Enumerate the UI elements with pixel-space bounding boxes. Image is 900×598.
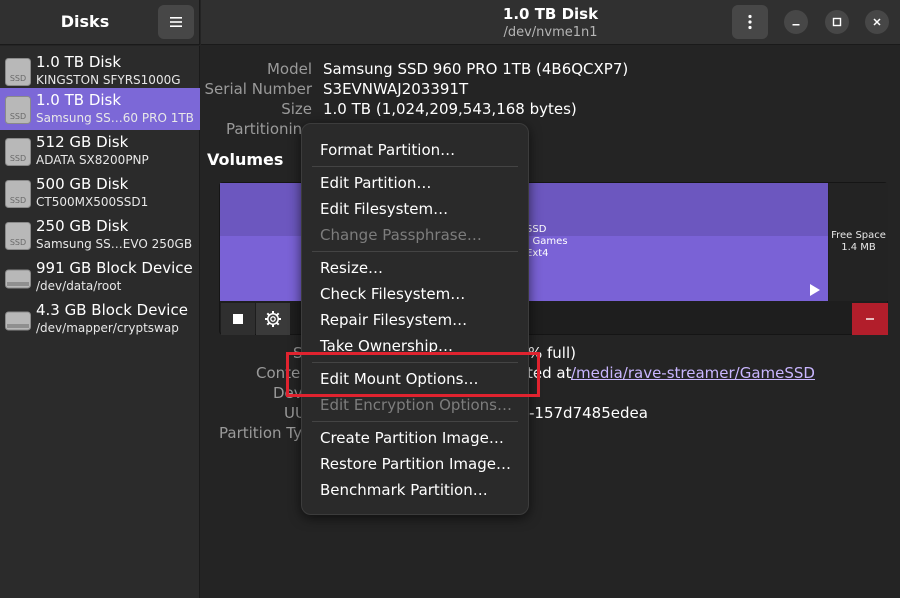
menu-separator xyxy=(312,251,518,252)
disk-item[interactable]: 991 GB Block Device /dev/data/root xyxy=(0,256,200,298)
menu-item-restore-partition-image[interactable]: Restore Partition Image… xyxy=(320,455,511,473)
stop-icon xyxy=(233,314,243,324)
model-label: Model xyxy=(266,60,312,78)
ssd-drive-icon: SSD xyxy=(5,180,31,208)
menu-item-edit-partition[interactable]: Edit Partition… xyxy=(320,174,431,192)
disk-name: 4.3 GB Block Device xyxy=(36,301,188,319)
menu-separator xyxy=(312,166,518,167)
disk-name: 1.0 TB Disk xyxy=(36,53,122,71)
disk-item[interactable]: SSD 512 GB Disk ADATA SX8200PNP xyxy=(0,130,200,172)
model-value: Samsung SSD 960 PRO 1TB (4B6QCXP7) xyxy=(323,60,629,78)
hamburger-menu-button[interactable] xyxy=(158,5,194,39)
unmount-button[interactable] xyxy=(221,303,255,335)
partition-fs-fragment: Ext4 xyxy=(526,248,549,259)
disk-model: CT500MX500SSD1 xyxy=(36,195,149,209)
menu-item-repair-filesystem[interactable]: Repair Filesystem… xyxy=(320,311,467,329)
serial-value: S3EVNWAJ203391T xyxy=(323,80,469,98)
remove-partition-button[interactable] xyxy=(852,303,888,335)
partition-name-fragment: SSD xyxy=(526,224,547,235)
hamburger-menu-icon xyxy=(170,17,182,27)
disk-item[interactable]: SSD 500 GB Disk CT500MX500SSD1 xyxy=(0,172,200,214)
partition-type-label: Partition Ty xyxy=(219,424,302,442)
volumes-heading: Volumes xyxy=(207,150,284,169)
maximize-button[interactable] xyxy=(825,10,849,34)
disk-item-selected[interactable]: SSD 1.0 TB Disk Samsung SS…60 PRO 1TB xyxy=(0,88,200,130)
disk-path: /dev/mapper/cryptswap xyxy=(36,321,179,335)
disk-name: 250 GB Disk xyxy=(36,217,129,235)
partition-label-fragment: : Games xyxy=(526,236,568,247)
disk-model: ADATA SX8200PNP xyxy=(36,153,149,167)
menu-item-benchmark-partition[interactable]: Benchmark Partition… xyxy=(320,481,488,499)
block-device-icon xyxy=(5,311,31,331)
play-icon xyxy=(810,284,820,296)
partition-context-menu: Format Partition… Edit Partition… Edit F… xyxy=(301,123,529,515)
svg-text:SSD: SSD xyxy=(10,196,26,205)
gear-icon xyxy=(265,311,281,327)
close-icon xyxy=(873,18,881,26)
serial-label: Serial Number xyxy=(204,80,312,98)
minimize-button[interactable] xyxy=(784,10,808,34)
ssd-drive-icon: SSD xyxy=(5,138,31,166)
disk-name: 1.0 TB Disk xyxy=(36,91,122,109)
disk-name: 512 GB Disk xyxy=(36,133,129,151)
minus-icon xyxy=(866,318,874,320)
menu-item-create-partition-image[interactable]: Create Partition Image… xyxy=(320,429,504,447)
sidebar-header: Disks xyxy=(0,0,200,45)
minimize-icon xyxy=(792,24,800,26)
ssd-drive-icon: SSD xyxy=(5,96,31,124)
disk-item[interactable]: 4.3 GB Block Device /dev/mapper/cryptswa… xyxy=(0,298,200,340)
partition-options-button[interactable] xyxy=(256,303,290,335)
disk-menu-button[interactable] xyxy=(732,5,768,39)
menu-separator xyxy=(312,421,518,422)
highlight-annotation xyxy=(286,352,540,397)
close-button[interactable] xyxy=(865,10,889,34)
menu-item-edit-filesystem[interactable]: Edit Filesystem… xyxy=(320,200,448,218)
disk-model: Samsung SS…60 PRO 1TB xyxy=(36,111,194,125)
disk-item[interactable]: SSD 250 GB Disk Samsung SS…EVO 250GB xyxy=(0,214,200,256)
disk-path: /dev/data/root xyxy=(36,279,122,293)
menu-item-edit-encryption-options: Edit Encryption Options… xyxy=(320,396,512,414)
vertical-dots-icon xyxy=(748,14,752,30)
ssd-drive-icon: SSD xyxy=(5,58,31,86)
partitioning-label: Partitioning xyxy=(226,120,312,138)
disk-name: 500 GB Disk xyxy=(36,175,129,193)
menu-item-resize[interactable]: Resize… xyxy=(320,259,383,277)
size-label: Size xyxy=(281,100,312,118)
svg-text:SSD: SSD xyxy=(10,112,26,121)
menu-item-check-filesystem[interactable]: Check Filesystem… xyxy=(320,285,465,303)
menu-item-format-partition[interactable]: Format Partition… xyxy=(320,141,455,159)
svg-text:SSD: SSD xyxy=(10,238,26,247)
svg-text:SSD: SSD xyxy=(10,74,26,83)
disk-name: 991 GB Block Device xyxy=(36,259,193,277)
free-space-block[interactable]: Free Space 1.4 MB xyxy=(829,183,888,301)
disk-model: KINGSTON SFYRS1000G xyxy=(36,73,181,87)
disk-list: SSD 1.0 TB Disk KINGSTON SFYRS1000G SSD … xyxy=(0,46,200,598)
main-header: 1.0 TB Disk /dev/nvme1n1 xyxy=(201,0,900,45)
app-title: Disks xyxy=(60,12,110,31)
svg-text:SSD: SSD xyxy=(10,154,26,163)
size-value: 1.0 TB (1,024,209,543,168 bytes) xyxy=(323,100,577,118)
mount-point-link[interactable]: /media/rave-streamer/GameSSD xyxy=(571,364,815,382)
disk-model: Samsung SS…EVO 250GB xyxy=(36,237,193,251)
free-space-label: Free Space xyxy=(831,230,886,241)
ssd-drive-icon: SSD xyxy=(5,222,31,250)
maximize-icon xyxy=(832,17,842,27)
block-device-icon xyxy=(5,269,31,289)
menu-item-change-passphrase: Change Passphrase… xyxy=(320,226,482,244)
disk-item[interactable]: SSD 1.0 TB Disk KINGSTON SFYRS1000G xyxy=(0,50,200,92)
free-space-size: 1.4 MB xyxy=(841,242,876,253)
uuid-value: -157d7485edea xyxy=(529,404,648,422)
